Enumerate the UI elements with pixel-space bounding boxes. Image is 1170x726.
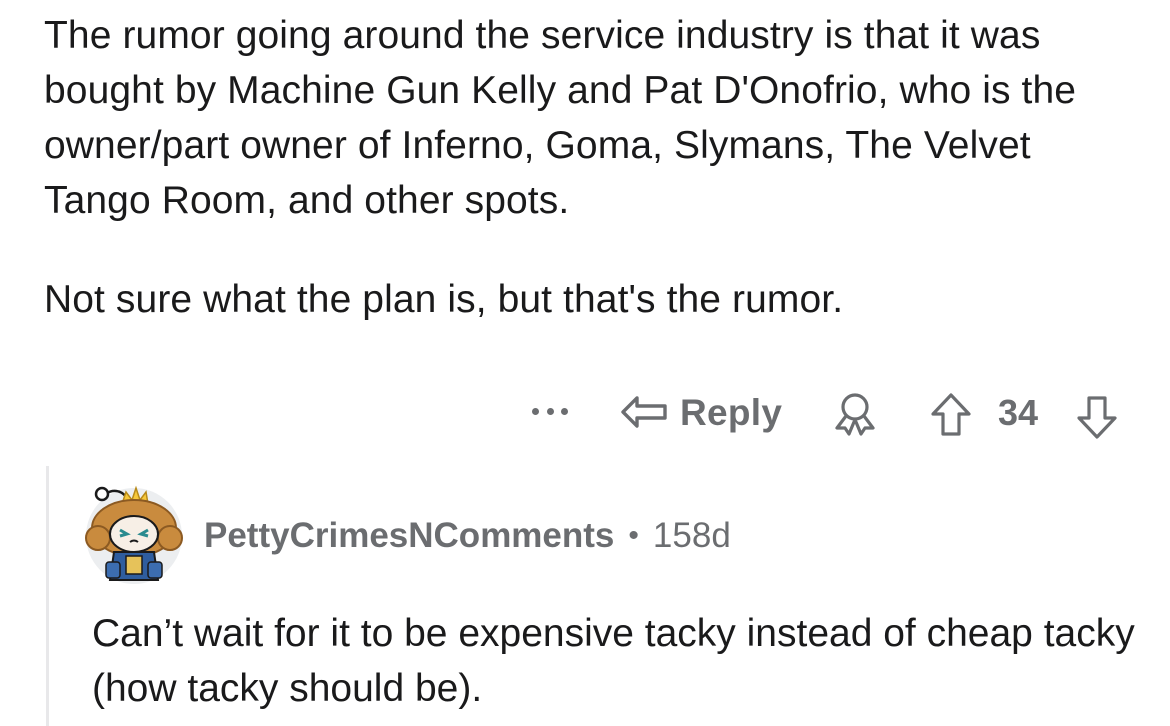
more-options-button[interactable] bbox=[528, 396, 572, 426]
reply-username[interactable]: PettyCrimesNComments bbox=[204, 516, 614, 556]
vote-count: 34 bbox=[998, 392, 1039, 433]
reply-text: Can’t wait for it to be expensive tacky … bbox=[92, 612, 1135, 710]
meta-separator: • bbox=[628, 519, 639, 552]
upvote-button[interactable] bbox=[928, 392, 974, 443]
comment-body: The rumor going around the service indus… bbox=[44, 8, 1134, 327]
comment-paragraph: The rumor going around the service indus… bbox=[44, 14, 1077, 222]
reply-label: Reply bbox=[680, 392, 783, 433]
award-button[interactable] bbox=[832, 392, 878, 441]
downvote-button[interactable] bbox=[1074, 394, 1120, 445]
more-dots-icon bbox=[561, 407, 568, 415]
more-dots-icon bbox=[532, 407, 539, 415]
comment-action-bar: Reply 34 bbox=[0, 386, 1170, 440]
snoo-avatar-icon[interactable] bbox=[80, 470, 188, 588]
award-icon bbox=[832, 393, 878, 440]
more-dots-icon bbox=[546, 407, 554, 415]
reply-button[interactable]: Reply bbox=[620, 388, 782, 438]
upvote-arrow-icon bbox=[928, 393, 974, 442]
reply-meta: PettyCrimesNComments • 158d bbox=[204, 516, 731, 556]
reply-timestamp: 158d bbox=[652, 516, 731, 555]
downvote-arrow-icon bbox=[1074, 396, 1120, 444]
comment-paragraph: Not sure what the plan is, but that's th… bbox=[44, 278, 844, 321]
reply-comment: PettyCrimesNComments • 158d Can’t wait f… bbox=[46, 466, 1170, 726]
reply-arrow-icon bbox=[620, 393, 668, 433]
